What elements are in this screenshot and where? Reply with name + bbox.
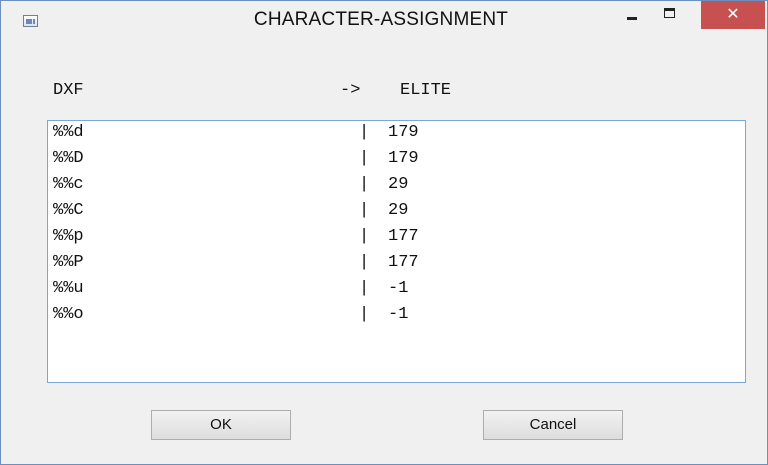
elite-value: 29 — [388, 175, 409, 194]
column-header-arrow: -> — [340, 81, 361, 100]
dxf-code: %%d — [53, 123, 84, 142]
app-window-icon[interactable] — [23, 15, 38, 27]
elite-value: 177 — [388, 253, 419, 272]
minimize-icon — [627, 17, 637, 20]
column-separator: | — [359, 227, 370, 246]
title-bar[interactable]: CHARACTER-ASSIGNMENT ✕ — [1, 1, 767, 39]
list-item[interactable]: %%u | -1 — [48, 279, 745, 305]
window-title: CHARACTER-ASSIGNMENT — [253, 9, 509, 30]
dxf-code: %%u — [53, 279, 84, 298]
minimize-button[interactable] — [617, 1, 647, 29]
list-item[interactable]: %%D | 179 — [48, 149, 745, 175]
elite-value: -1 — [388, 279, 409, 298]
ok-button[interactable]: OK — [151, 410, 291, 440]
column-header-elite: ELITE — [400, 81, 452, 100]
cancel-button[interactable]: Cancel — [483, 410, 623, 440]
column-separator: | — [359, 279, 370, 298]
elite-value: 29 — [388, 201, 409, 220]
assignment-list[interactable]: %%d | 179 %%D | 179 %%c | 29 %%C | 29 %%… — [47, 120, 746, 383]
column-separator: | — [359, 253, 370, 272]
column-separator: | — [359, 123, 370, 142]
list-item[interactable]: %%C | 29 — [48, 201, 745, 227]
dxf-code: %%C — [53, 201, 84, 220]
column-separator: | — [359, 149, 370, 168]
list-item[interactable]: %%c | 29 — [48, 175, 745, 201]
dxf-code: %%P — [53, 253, 84, 272]
list-item[interactable]: %%P | 177 — [48, 253, 745, 279]
character-assignment-dialog: CHARACTER-ASSIGNMENT ✕ DXF -> ELITE %%d … — [0, 0, 768, 465]
elite-value: 179 — [388, 149, 419, 168]
elite-value: -1 — [388, 305, 409, 324]
column-separator: | — [359, 201, 370, 220]
close-icon: ✕ — [726, 4, 740, 23]
column-separator: | — [359, 175, 370, 194]
maximize-icon — [664, 8, 675, 18]
list-item[interactable]: %%d | 179 — [48, 123, 745, 149]
list-item[interactable]: %%o | -1 — [48, 305, 745, 331]
dxf-code: %%p — [53, 227, 84, 246]
column-separator: | — [359, 305, 370, 324]
elite-value: 177 — [388, 227, 419, 246]
elite-value: 179 — [388, 123, 419, 142]
dxf-code: %%c — [53, 175, 84, 194]
maximize-button[interactable] — [655, 1, 685, 29]
dxf-code: %%D — [53, 149, 84, 168]
column-header-dxf: DXF — [53, 81, 84, 100]
list-item[interactable]: %%p | 177 — [48, 227, 745, 253]
dxf-code: %%o — [53, 305, 84, 324]
close-button[interactable]: ✕ — [701, 1, 765, 29]
